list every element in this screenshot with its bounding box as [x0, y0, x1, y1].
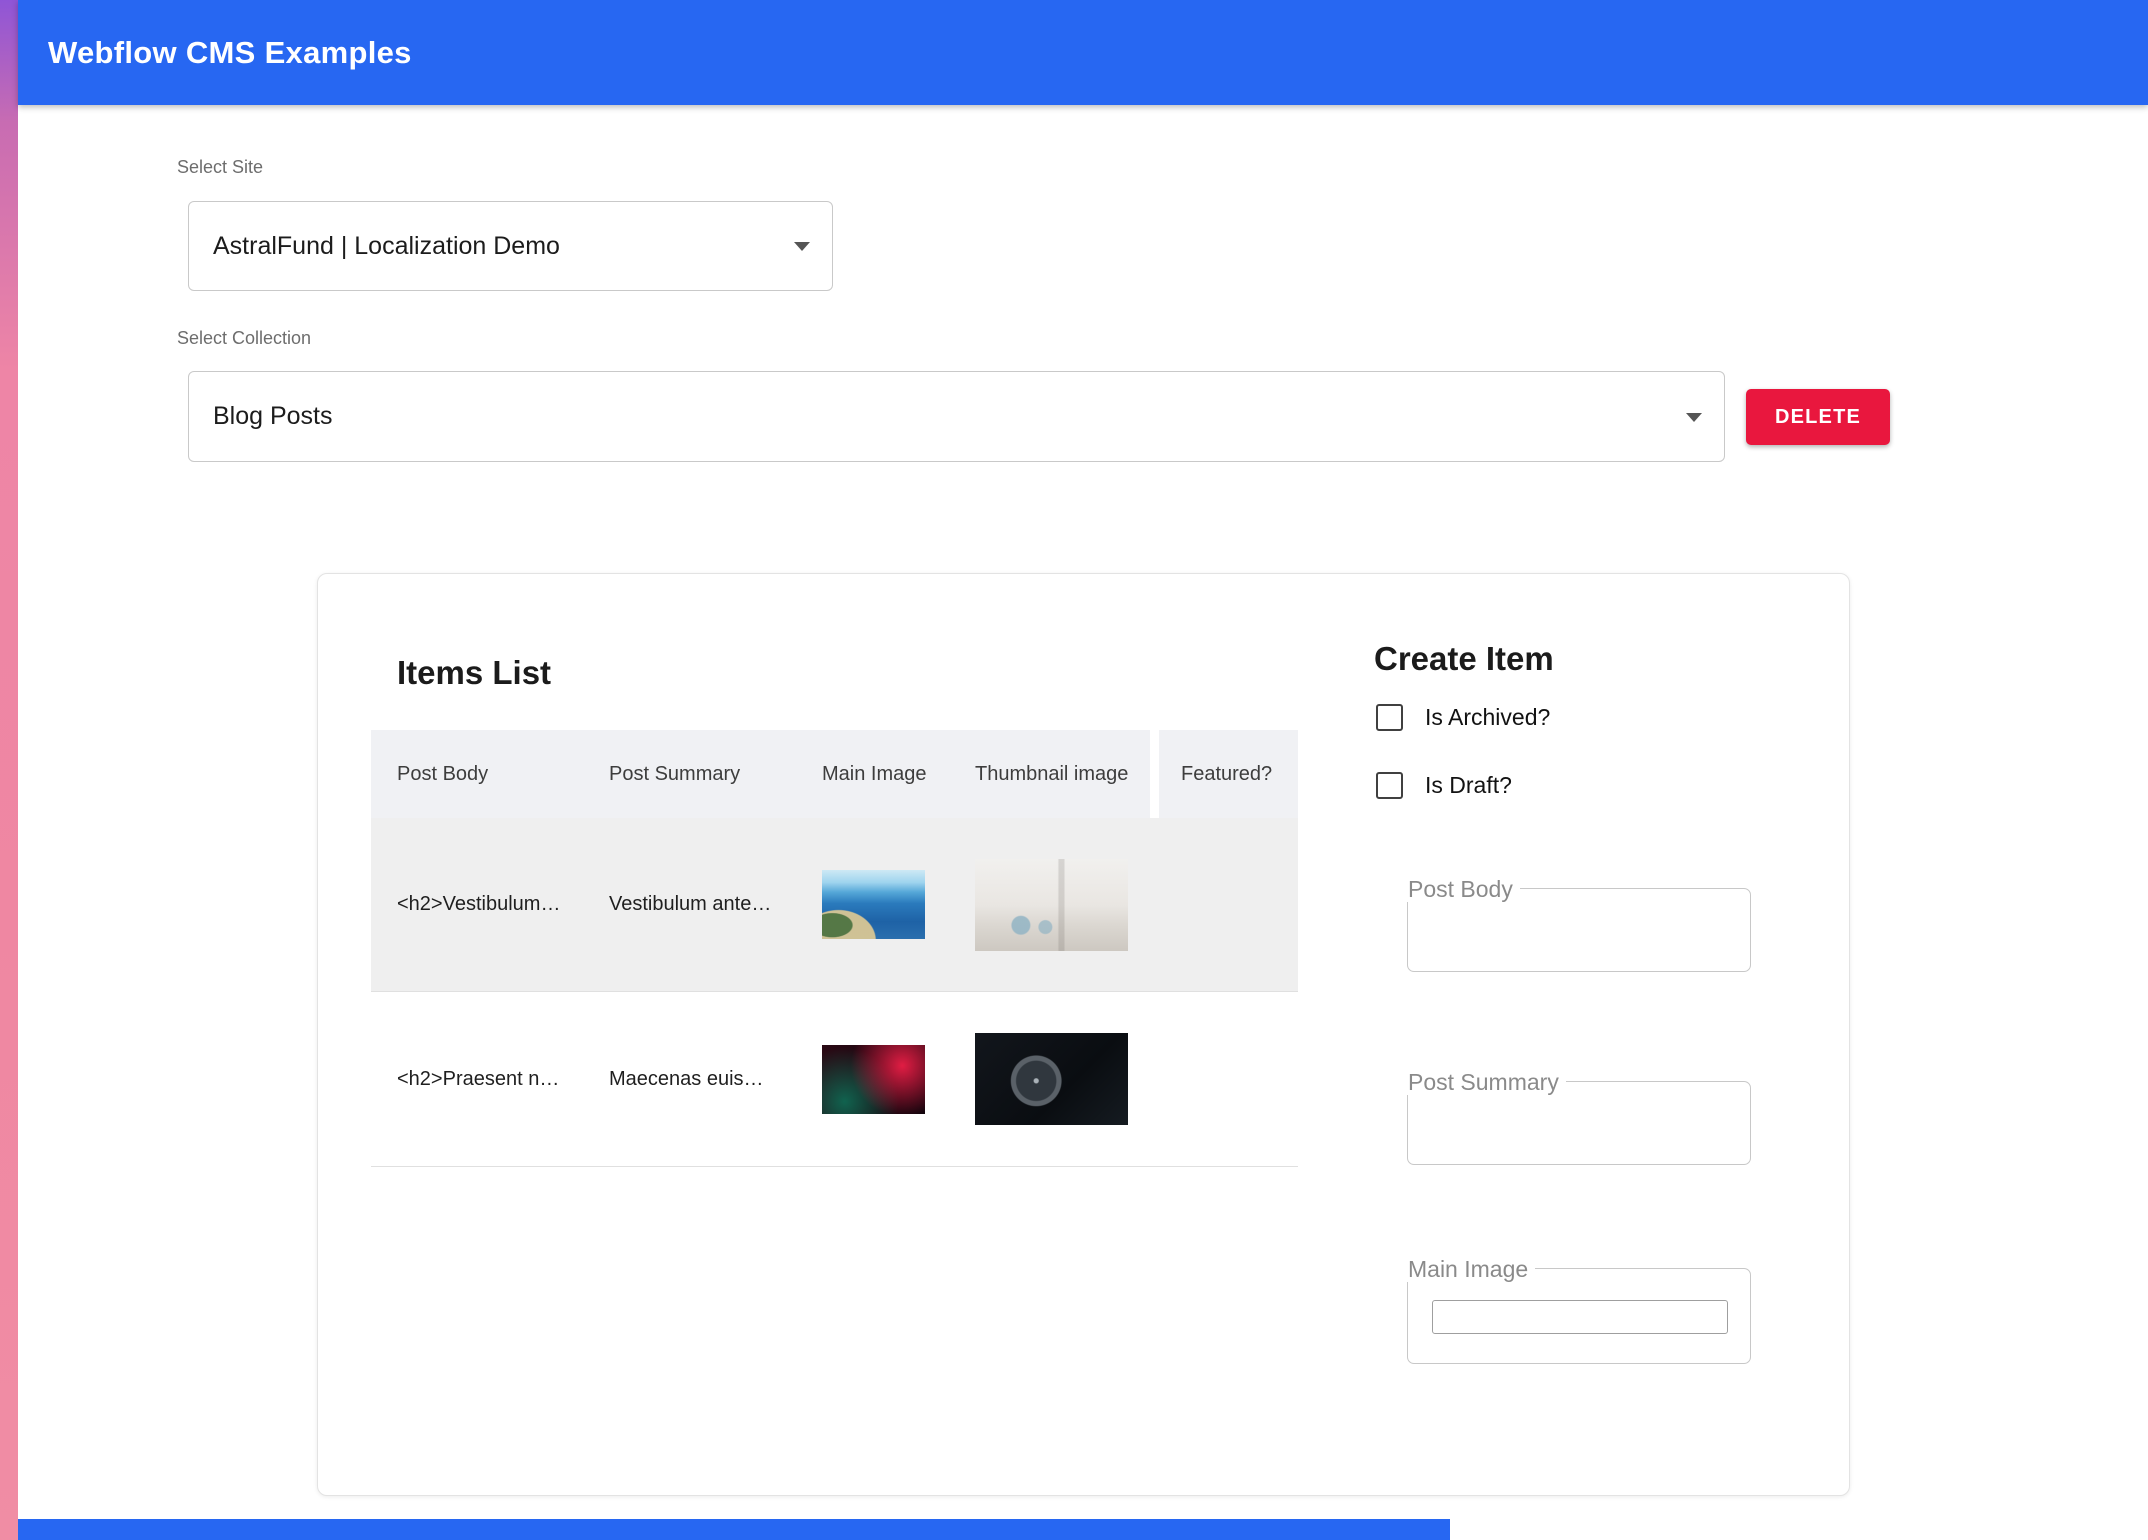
- post-body-field-label: Post Body: [1406, 876, 1520, 902]
- thumbnail-image-photo: [975, 1033, 1128, 1125]
- bottom-blue-bar: [18, 1519, 1450, 1540]
- site-select-value: AstralFund | Localization Demo: [213, 232, 560, 261]
- row-thumbnail-cell: [949, 1033, 1150, 1125]
- table-row[interactable]: <h2>Vestibulum… Vestibulum ante…: [371, 818, 1298, 992]
- post-summary-field-label: Post Summary: [1406, 1069, 1566, 1095]
- is-draft-checkbox-row[interactable]: Is Draft?: [1376, 772, 1512, 799]
- collection-select[interactable]: Blog Posts: [188, 371, 1725, 462]
- main-image-photo: [822, 1045, 925, 1114]
- items-table-header-featured: Featured?: [1159, 730, 1298, 818]
- post-body-field[interactable]: Post Body: [1407, 888, 1751, 972]
- site-select[interactable]: AstralFund | Localization Demo: [188, 201, 833, 291]
- select-site-label: Select Site: [177, 157, 263, 178]
- dropdown-arrow-icon[interactable]: [1686, 413, 1702, 422]
- header-gap: [1150, 730, 1159, 818]
- row-post-summary: Maecenas euis…: [583, 1068, 796, 1091]
- row-post-summary: Vestibulum ante…: [583, 893, 796, 916]
- row-post-body: <h2>Vestibulum…: [371, 893, 583, 916]
- post-body-input[interactable]: [1422, 911, 1732, 957]
- thumbnail-image-photo: [975, 859, 1128, 951]
- app-title: Webflow CMS Examples: [48, 35, 412, 71]
- main-image-photo: [822, 870, 925, 939]
- content-card: Items List Post Body Post Summary Main I…: [317, 573, 1850, 1496]
- column-header-post-body: Post Body: [371, 763, 583, 786]
- is-draft-label[interactable]: Is Draft?: [1425, 772, 1512, 799]
- is-archived-checkbox[interactable]: [1376, 704, 1403, 731]
- row-main-image-cell: [796, 870, 949, 939]
- select-collection-label: Select Collection: [177, 328, 311, 349]
- main-image-field-label: Main Image: [1406, 1256, 1535, 1282]
- app-bar: Webflow CMS Examples: [18, 0, 2148, 105]
- column-header-thumbnail-image: Thumbnail image: [949, 763, 1150, 786]
- main-image-field[interactable]: Main Image: [1407, 1268, 1751, 1364]
- table-row[interactable]: <h2>Praesent n… Maecenas euis…: [371, 992, 1298, 1167]
- collection-select-value: Blog Posts: [213, 402, 333, 431]
- column-header-featured: Featured?: [1181, 763, 1272, 786]
- items-table: Post Body Post Summary Main Image Thumbn…: [371, 730, 1298, 1167]
- items-list-title: Items List: [397, 654, 551, 692]
- column-header-main-image: Main Image: [796, 763, 949, 786]
- post-summary-field[interactable]: Post Summary: [1407, 1081, 1751, 1165]
- is-archived-checkbox-row[interactable]: Is Archived?: [1376, 704, 1550, 731]
- items-table-header: Post Body Post Summary Main Image Thumbn…: [371, 730, 1298, 818]
- row-post-body: <h2>Praesent n…: [371, 1068, 583, 1091]
- left-edge-gradient: [0, 0, 18, 1540]
- row-thumbnail-cell: [949, 859, 1150, 951]
- create-item-title: Create Item: [1374, 640, 1554, 678]
- dropdown-arrow-icon[interactable]: [794, 242, 810, 251]
- row-main-image-cell: [796, 1045, 949, 1114]
- delete-button[interactable]: DELETE: [1746, 389, 1890, 445]
- column-header-post-summary: Post Summary: [583, 763, 796, 786]
- main-image-input[interactable]: [1432, 1300, 1728, 1334]
- page: Webflow CMS Examples Select Site AstralF…: [0, 0, 2148, 1540]
- is-draft-checkbox[interactable]: [1376, 772, 1403, 799]
- is-archived-label[interactable]: Is Archived?: [1425, 704, 1550, 731]
- post-summary-input[interactable]: [1422, 1104, 1732, 1150]
- items-table-header-main: Post Body Post Summary Main Image Thumbn…: [371, 730, 1150, 818]
